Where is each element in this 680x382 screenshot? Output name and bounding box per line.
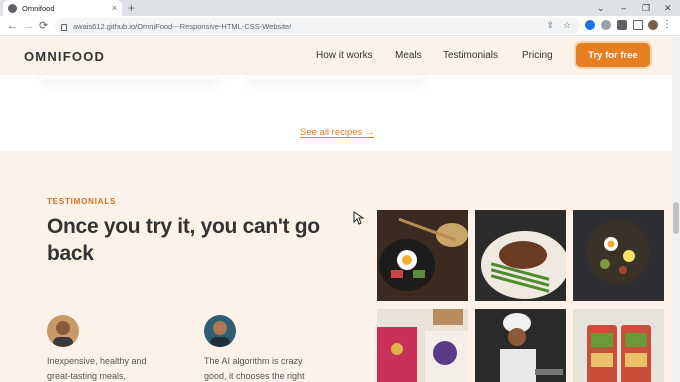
new-tab-button[interactable]: + [128, 1, 135, 15]
address-bar[interactable]: awais612.github.io/OmniFood---Responsive… [55, 18, 580, 34]
nav-link-pricing[interactable]: Pricing [522, 50, 553, 61]
meals-section: See all recipes → [0, 75, 672, 151]
gallery-image-steak-asparagus [475, 210, 566, 301]
gallery-image-chef [475, 309, 566, 382]
meal-card-bottom [40, 69, 220, 79]
browser-tabstrip: Omnifood × + ⌄ – ❐ ✕ [0, 0, 680, 16]
section-heading: Once you try it, you can't go back [47, 215, 320, 265]
nav-link-meals[interactable]: Meals [395, 50, 422, 61]
browser-menu-icon[interactable]: ⋮ [662, 19, 672, 31]
browser-toolbar: ← → ⟳ awais612.github.io/OmniFood---Resp… [0, 16, 680, 36]
forward-button[interactable]: → [23, 19, 34, 33]
scrollbar-thumb[interactable] [673, 202, 679, 234]
nav-link-testimonials[interactable]: Testimonials [443, 50, 498, 61]
meal-card-bottom [245, 69, 425, 79]
see-all-recipes-link[interactable]: See all recipes → [300, 127, 374, 138]
gallery-image-bibimbap [377, 210, 468, 301]
back-button[interactable]: ← [7, 19, 18, 33]
close-window-button[interactable]: ✕ [664, 1, 672, 15]
omnifood-logo[interactable]: OMNIFOOD [24, 49, 105, 64]
tab-title: Omnifood [22, 3, 55, 13]
page-viewport: OMNIFOOD How it works Meals Testimonials… [0, 37, 672, 382]
close-tab-icon[interactable]: × [112, 3, 117, 13]
testimonial-quote: The AI algorithm is crazy good, it choos… [204, 356, 305, 381]
lock-icon[interactable] [61, 23, 67, 31]
maximize-button[interactable]: ❐ [642, 1, 650, 15]
profile-avatar[interactable] [648, 20, 658, 30]
url-text[interactable]: awais612.github.io/OmniFood---Responsive… [73, 22, 291, 31]
gallery-image-fruit-bowls [377, 309, 468, 382]
testimonials-section: TESTIMONIALS Once you try it, you can't … [0, 151, 672, 382]
tab-search-icon[interactable]: ⌄ [597, 1, 605, 15]
testimonial-quote: Inexpensive, healthy and great-tasting m… [47, 356, 147, 381]
mouse-cursor-icon [353, 211, 365, 228]
testimonial-avatar [47, 315, 79, 347]
nav-link-how-it-works[interactable]: How it works [316, 50, 373, 61]
minimize-button[interactable]: – [621, 1, 626, 15]
side-panel-icon[interactable] [633, 20, 643, 30]
extension-icon[interactable] [601, 20, 611, 30]
bookmark-star-icon[interactable]: ☆ [563, 20, 571, 31]
section-subheading: TESTIMONIALS [47, 197, 117, 206]
browser-tab[interactable]: Omnifood × [3, 0, 122, 16]
try-for-free-button[interactable]: Try for free [576, 43, 650, 67]
page-scrollbar[interactable] [672, 37, 680, 382]
reload-button[interactable]: ⟳ [39, 19, 48, 33]
gallery-image-meal-prep [573, 309, 664, 382]
share-icon[interactable]: ⇪ [546, 20, 554, 31]
puzzle-icon[interactable] [617, 20, 627, 30]
gallery-image-grain-bowl [573, 210, 664, 301]
extension-icon[interactable] [585, 20, 595, 30]
globe-icon [8, 3, 17, 13]
testimonial-avatar [204, 315, 236, 347]
